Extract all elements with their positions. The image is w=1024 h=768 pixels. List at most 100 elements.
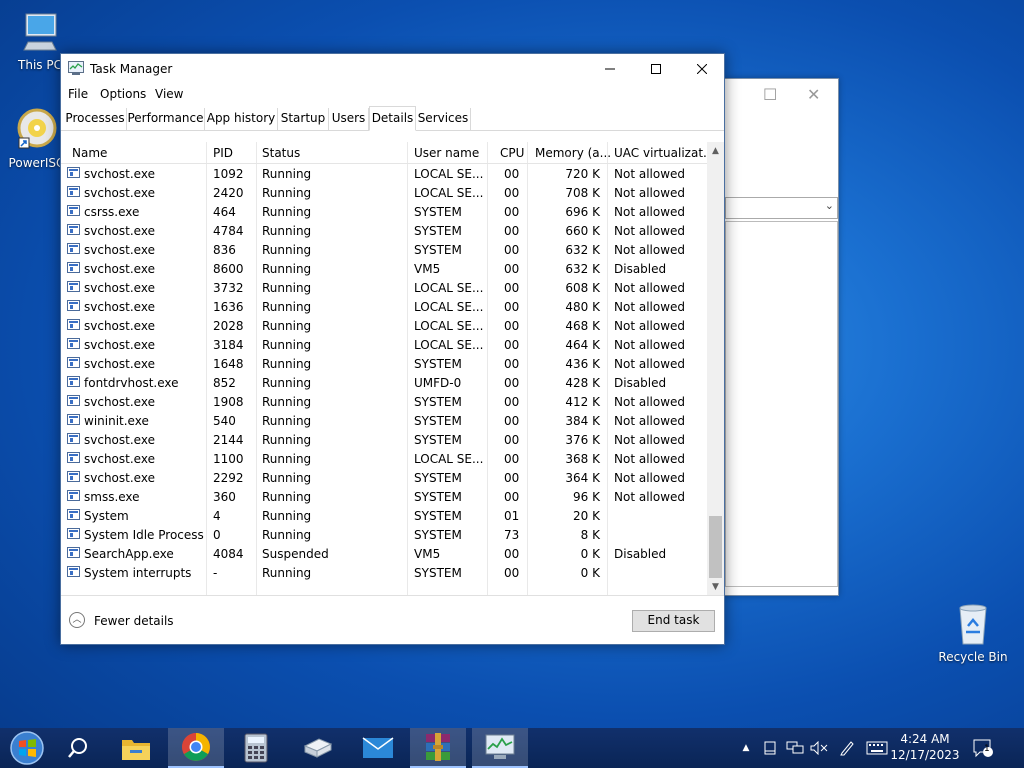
cell-memory: 436 K	[565, 357, 600, 371]
volume-tray[interactable]	[808, 728, 830, 768]
taskbar-winrar[interactable]	[410, 728, 466, 768]
tablet-tray[interactable]	[760, 728, 780, 768]
cell-status: Running	[262, 262, 312, 276]
title-bar[interactable]: Task Manager	[61, 54, 724, 84]
table-row[interactable]: svchost.exe 8600 Running VM5 00 632 K Disabled	[61, 259, 707, 278]
column-header-user-name[interactable]: User name	[414, 146, 479, 160]
table-row[interactable]: svchost.exe 1100 Running LOCAL SE... 00 368 K…	[61, 449, 707, 468]
recycle-bin-icon	[951, 602, 995, 646]
cell-status: Running	[262, 395, 312, 409]
close-icon[interactable]: ✕	[807, 85, 820, 104]
cell-pid: 3732	[213, 281, 244, 295]
cell-user-name: LOCAL SE...	[414, 186, 484, 200]
table-row[interactable]: svchost.exe 2028 Running LOCAL SE... 00 468 K…	[61, 316, 707, 335]
tab-services[interactable]: Services	[416, 108, 471, 130]
cell-pid: -	[213, 566, 218, 580]
column-header-pid[interactable]: PID	[213, 146, 233, 160]
cell-user-name: LOCAL SE...	[414, 338, 484, 352]
maximize-button[interactable]	[633, 54, 679, 84]
computer-icon	[18, 10, 62, 54]
table-row[interactable]: svchost.exe 1648 Running SYSTEM 00 436 K Not a…	[61, 354, 707, 373]
cell-status: Running	[262, 300, 312, 314]
table-row[interactable]: smss.exe 360 Running SYSTEM 00 96 K Not allowe…	[61, 487, 707, 506]
cell-memory: 720 K	[565, 167, 600, 181]
table-row[interactable]: svchost.exe 836 Running SYSTEM 00 632 K Not al…	[61, 240, 707, 259]
process-icon	[67, 186, 80, 197]
table-row[interactable]: SearchApp.exe 4084 Suspended VM5 00 0 K Disabl…	[61, 544, 707, 563]
table-row[interactable]: System 4 Running SYSTEM 01 20 K	[61, 506, 707, 525]
tab-performance[interactable]: Performance	[127, 108, 205, 130]
table-row[interactable]: wininit.exe 540 Running SYSTEM 00 384 K Not al…	[61, 411, 707, 430]
menu-options[interactable]: Options	[100, 87, 146, 101]
table-row[interactable]: svchost.exe 2144 Running SYSTEM 00 376 K Not a…	[61, 430, 707, 449]
table-row[interactable]: svchost.exe 1908 Running SYSTEM 00 412 K Not a…	[61, 392, 707, 411]
close-button[interactable]	[679, 54, 724, 84]
table-row[interactable]: svchost.exe 3184 Running LOCAL SE... 00 464 K…	[61, 335, 707, 354]
column-header-status[interactable]: Status	[262, 146, 300, 160]
desktop-icon-label: Recycle Bin	[938, 650, 1008, 664]
taskbar-chrome[interactable]	[168, 728, 224, 768]
cell-pid: 360	[213, 490, 236, 504]
scrollbar-thumb[interactable]	[709, 516, 722, 578]
start-button[interactable]	[0, 728, 54, 768]
tab-users[interactable]: Users	[329, 108, 369, 130]
table-row[interactable]: svchost.exe 2292 Running SYSTEM 00 364 K Not a…	[61, 468, 707, 487]
column-header-name[interactable]: Name	[72, 146, 107, 160]
background-window[interactable]: ☐ ✕ ⌄	[724, 78, 839, 596]
search-button[interactable]	[52, 728, 104, 768]
table-row[interactable]: svchost.exe 3732 Running LOCAL SE... 00 608 K…	[61, 278, 707, 297]
table-row[interactable]: svchost.exe 2420 Running LOCAL SE... 00 708 K…	[61, 183, 707, 202]
menu-view[interactable]: View	[155, 87, 183, 101]
cell-pid: 3184	[213, 338, 244, 352]
task-manager-icon	[485, 734, 515, 759]
process-icon	[67, 205, 80, 216]
table-row[interactable]: System Idle Process 0 Running SYSTEM 73 8 K	[61, 525, 707, 544]
background-window-titlebar[interactable]: ☐ ✕	[725, 79, 838, 109]
show-hidden-icons[interactable]: ▲	[738, 728, 754, 768]
menu-file[interactable]: File	[68, 87, 88, 101]
cell-cpu: 00	[504, 167, 520, 181]
cell-status: Running	[262, 376, 312, 390]
table-row[interactable]: System interrupts - Running SYSTEM 00 0 K	[61, 563, 707, 582]
taskbar-mail[interactable]	[350, 728, 406, 768]
end-task-button[interactable]: End task	[632, 610, 715, 632]
process-icon	[67, 566, 80, 577]
tab-app-history[interactable]: App history	[205, 108, 278, 130]
network-tray[interactable]	[784, 728, 806, 768]
process-icon	[67, 167, 80, 178]
cell-user-name: SYSTEM	[414, 395, 462, 409]
desktop-icon-recycle-bin[interactable]: Recycle Bin	[938, 602, 1008, 664]
clock[interactable]: 4:24 AM 12/17/2023	[882, 731, 968, 763]
cell-cpu: 00	[504, 433, 520, 447]
column-header-cpu[interactable]: CPU	[500, 146, 524, 160]
background-window-dropdown[interactable]: ⌄	[725, 197, 838, 219]
tab-startup[interactable]: Startup	[278, 108, 329, 130]
tab-details[interactable]: Details	[369, 106, 416, 131]
cell-memory: 368 K	[565, 452, 600, 466]
table-row[interactable]: csrss.exe 464 Running SYSTEM 00 696 K Not allo…	[61, 202, 707, 221]
table-row[interactable]: fontdrvhost.exe 852 Running UMFD-0 00 428 K Di…	[61, 373, 707, 392]
minimize-button[interactable]	[587, 54, 633, 84]
cell-cpu: 00	[504, 281, 520, 295]
taskbar-drive[interactable]	[290, 728, 346, 768]
scroll-down-icon[interactable]: ▼	[707, 578, 724, 595]
taskbar-file-explorer[interactable]	[108, 728, 164, 768]
cell-status: Running	[262, 452, 312, 466]
taskbar-task-manager[interactable]	[472, 728, 528, 768]
tab-processes[interactable]: Processes	[64, 108, 127, 130]
mail-icon	[362, 737, 394, 758]
table-row[interactable]: svchost.exe 1092 Running LOCAL SE... 00 720 K…	[61, 164, 707, 183]
cell-status: Running	[262, 433, 312, 447]
pen-tray[interactable]	[836, 728, 858, 768]
notifications-button[interactable]: 1	[968, 728, 998, 768]
scroll-up-icon[interactable]: ▲	[707, 142, 724, 159]
taskbar-calculator[interactable]	[228, 728, 284, 768]
table-row[interactable]: svchost.exe 4784 Running SYSTEM 00 660 K Not a…	[61, 221, 707, 240]
cell-uac: Not allowed	[614, 490, 686, 504]
cell-cpu: 73	[504, 528, 520, 542]
cell-cpu: 00	[504, 243, 520, 257]
table-row[interactable]: svchost.exe 1636 Running LOCAL SE... 00 480 K…	[61, 297, 707, 316]
column-header-uac[interactable]: UAC virtualizat...	[614, 146, 707, 160]
maximize-icon[interactable]: ☐	[763, 85, 777, 104]
vertical-scrollbar[interactable]: ▲ ▼	[707, 142, 724, 595]
